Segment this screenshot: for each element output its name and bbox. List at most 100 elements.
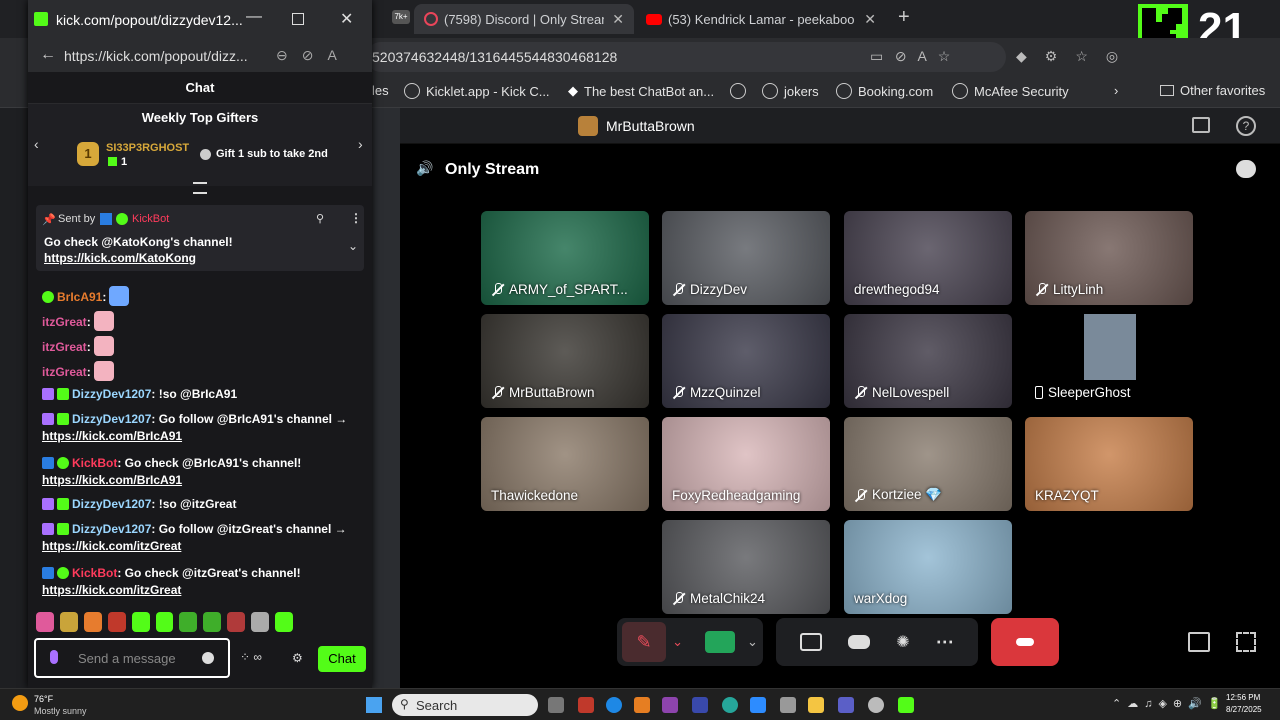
close-tab-icon[interactable]: ✕ — [864, 11, 876, 28]
emote-icon[interactable] — [203, 612, 222, 632]
chat-bubble-icon[interactable] — [1236, 160, 1256, 178]
tab-discord[interactable]: (7598) Discord | Only Stream ✕ — [414, 4, 634, 34]
pinned-link[interactable]: https://kick.com/KatoKong — [44, 251, 196, 265]
participant-tile[interactable]: SleeperGhost — [1025, 314, 1193, 408]
chat-actions-icons[interactable]: ⁘ ∞ — [240, 650, 262, 664]
tab-youtube[interactable]: (53) Kendrick Lamar - peekaboo ✕ — [636, 4, 886, 34]
edge-icon[interactable] — [606, 697, 622, 713]
participant-tile[interactable]: Thawickedone — [481, 417, 649, 511]
emote-icon[interactable] — [275, 612, 293, 632]
fav-booking[interactable]: Booking.com — [836, 83, 933, 99]
soundboard-icon[interactable]: ✺ — [896, 632, 909, 652]
participant-tile[interactable]: MzzQuinzel — [662, 314, 830, 408]
participant-tile[interactable]: DizzyDev — [662, 211, 830, 305]
chevron-down-icon[interactable]: ⌄ — [747, 634, 758, 650]
participant-tile[interactable]: LittyLinh — [1025, 211, 1193, 305]
fav-chatbot[interactable]: ◆ The best ChatBot an... — [568, 83, 714, 99]
chat-username[interactable]: DizzyDev1207 — [72, 497, 151, 511]
popout-icon[interactable] — [1188, 632, 1210, 652]
camera-button[interactable] — [705, 631, 735, 653]
address-actions-icons[interactable]: ▭ ⊘ A ☆ — [870, 48, 950, 65]
fav-item[interactable]: les — [372, 83, 389, 98]
gamepad-icon[interactable] — [848, 635, 871, 649]
fav-jokers[interactable]: jokers — [762, 83, 819, 99]
app-icon[interactable] — [578, 697, 594, 713]
start-icon[interactable] — [366, 697, 382, 713]
tray-icons[interactable]: ⌃☁♫◈⊕🔊🔋 — [1112, 697, 1228, 710]
fav-kicklet[interactable]: Kicklet.app - Kick C... — [404, 83, 550, 99]
chat-link[interactable]: https://kick.com/BrIcA91 — [42, 429, 182, 443]
app-icon[interactable] — [692, 697, 708, 713]
taskbar-search[interactable]: ⚲ Search — [392, 694, 538, 716]
folder-icon[interactable] — [808, 697, 824, 713]
fav-globe[interactable] — [730, 83, 746, 99]
fav-mcafee[interactable]: McAfee Security — [952, 83, 1069, 99]
popout-url[interactable]: https://kick.com/popout/dizz... — [64, 48, 248, 64]
participant-tile[interactable]: ARMY_of_SPART... — [481, 211, 649, 305]
emote-icon[interactable] — [251, 612, 270, 632]
chevron-down-icon[interactable]: ⌄ — [348, 239, 358, 253]
emote-icon[interactable] — [155, 612, 174, 632]
chat-username[interactable]: itzGreat — [42, 315, 87, 329]
collapse-icon[interactable] — [193, 182, 207, 194]
chevron-left-icon[interactable]: ‹ — [34, 136, 39, 152]
gift-cta[interactable]: Gift 1 sub to take 2nd — [216, 148, 328, 160]
emote-icon[interactable] — [131, 612, 150, 632]
emote-icon[interactable] — [179, 612, 198, 632]
emote-icon[interactable] — [36, 612, 54, 632]
chat-username[interactable]: itzGreat — [42, 340, 87, 354]
inbox-icon[interactable] — [1192, 117, 1210, 133]
participant-tile[interactable]: NelLovespell — [844, 314, 1012, 408]
chat-link[interactable]: https://kick.com/itzGreat — [42, 539, 181, 553]
chat-username[interactable]: BrIcA91 — [57, 290, 102, 304]
back-icon[interactable]: ← — [40, 46, 56, 64]
close-icon[interactable]: ✕ — [340, 9, 353, 29]
participant-tile[interactable]: Kortziee 💎 — [844, 417, 1012, 511]
extension-icons[interactable]: ◆⚙☆◎ — [1016, 48, 1136, 65]
chat-username[interactable]: DizzyDev1207 — [72, 412, 151, 426]
screen-share-icon[interactable] — [800, 633, 823, 651]
app-icon[interactable] — [662, 697, 678, 713]
task-view-icon[interactable] — [548, 697, 564, 713]
other-favorites[interactable]: Other favorites — [1160, 83, 1265, 98]
teams-icon[interactable] — [838, 697, 854, 713]
settings-icon[interactable] — [868, 697, 884, 713]
chat-username[interactable]: KickBot — [72, 456, 117, 470]
emote-icon[interactable] — [107, 612, 126, 632]
minimize-icon[interactable]: — — [246, 8, 262, 26]
unpin-icon[interactable]: ⚲ — [316, 212, 324, 225]
emoji-icon[interactable] — [202, 652, 214, 664]
app-icon[interactable] — [722, 697, 738, 713]
chevron-right-icon[interactable]: › — [1114, 83, 1118, 98]
emote-icon[interactable] — [227, 612, 246, 632]
settings-icon[interactable]: ⚙ — [292, 651, 303, 665]
chat-username[interactable]: itzGreat — [42, 365, 87, 379]
chevron-down-icon[interactable]: ⌄ — [672, 634, 683, 650]
store-icon[interactable] — [780, 697, 796, 713]
zoom-icons[interactable]: ⊖⊘A — [276, 47, 351, 64]
mic-muted-button[interactable]: ✎ — [622, 622, 667, 662]
disconnect-button[interactable] — [991, 618, 1059, 666]
chat-link[interactable]: https://kick.com/itzGreat — [42, 583, 181, 597]
participant-tile[interactable]: MetalChik24 — [662, 520, 830, 614]
message-input[interactable]: Send a message — [34, 638, 230, 678]
participant-tile[interactable]: FoxyRedheadgaming — [662, 417, 830, 511]
chevron-right-icon[interactable]: › — [358, 136, 363, 152]
kick-app-icon[interactable] — [898, 697, 914, 713]
chat-username[interactable]: DizzyDev1207 — [72, 522, 151, 536]
bot-name[interactable]: KickBot — [132, 213, 169, 225]
participant-tile[interactable]: drewthegod94 — [844, 211, 1012, 305]
more-icon[interactable]: ⋯ — [936, 632, 954, 653]
close-tab-icon[interactable]: ✕ — [612, 11, 624, 28]
emote-icon[interactable] — [59, 612, 78, 632]
participant-tile[interactable]: MrButtaBrown — [481, 314, 649, 408]
participant-tile[interactable]: warXdog — [844, 520, 1012, 614]
mic-icon[interactable] — [50, 650, 58, 664]
emote-icon[interactable] — [83, 612, 102, 632]
chat-link[interactable]: https://kick.com/BrIcA91 — [42, 473, 182, 487]
app-icon[interactable] — [634, 697, 650, 713]
chat-username[interactable]: KickBot — [72, 566, 117, 580]
help-icon[interactable]: ? — [1236, 116, 1256, 136]
zoom-icon[interactable] — [750, 697, 766, 713]
chat-send-button[interactable]: Chat — [318, 646, 366, 672]
